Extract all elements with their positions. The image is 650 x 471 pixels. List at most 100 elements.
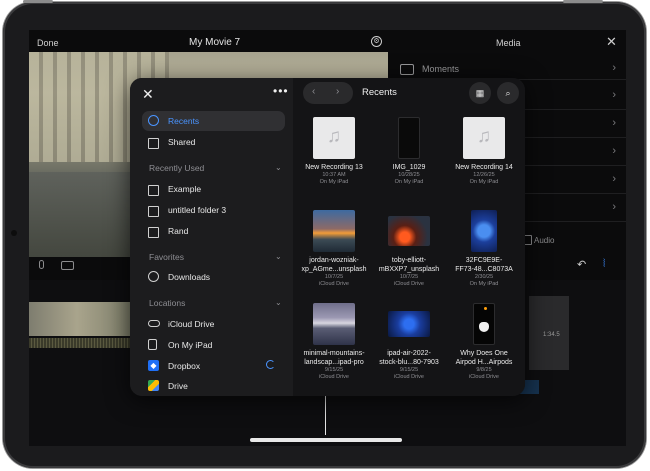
audio-waveform-icon[interactable]: ⦚: [603, 258, 605, 271]
dropbox-icon: ◆: [148, 360, 159, 371]
file-name: 32FC9E9E-: [465, 257, 503, 264]
audio-tab[interactable]: Audio: [534, 236, 554, 245]
sidebar-item-on-my-ipad[interactable]: On My iPad: [142, 335, 285, 355]
forward-chevron-icon[interactable]: ›: [336, 86, 339, 97]
file-date: 2/30/25: [474, 274, 494, 280]
folder-icon: [148, 185, 159, 196]
image-thumbnail: [313, 210, 355, 252]
file-item[interactable]: 32FC9E9E- FF73-48...C8073A 2/30/25 On My…: [447, 210, 521, 288]
sidebar-item-label: Dropbox: [168, 361, 201, 371]
back-chevron-icon[interactable]: ‹: [312, 86, 315, 97]
search-icon[interactable]: ⌕: [497, 82, 519, 104]
sidebar-item-example[interactable]: Example: [142, 179, 285, 199]
sidebar-item-untitled-folder-3[interactable]: untitled folder 3: [142, 200, 285, 220]
file-date: 10/7/25: [399, 274, 419, 280]
location-title: Recents: [362, 87, 397, 98]
file-location: iCloud Drive: [469, 374, 499, 380]
back-forward-control: ‹ ›: [303, 82, 353, 104]
sidebar-item-dropbox[interactable]: ◆ Dropbox: [142, 356, 285, 376]
file-item[interactable]: ♫ New Recording 14 12/26/25 On My iPad: [447, 117, 521, 186]
file-location: On My iPad: [394, 179, 424, 185]
file-name-line2: landscap...ipad-pro: [304, 359, 364, 366]
folder-icon: [148, 227, 159, 238]
media-row-moments[interactable]: Moments ›: [392, 52, 626, 80]
sidebar-item-label: Drive: [168, 381, 188, 391]
file-location: iCloud Drive: [394, 374, 424, 380]
chevron-right-icon: ›: [612, 173, 616, 185]
picker-sidebar: ✕ ••• Recents Shared Recently Used ⌄ Exa…: [130, 78, 293, 396]
file-name-line2: FF73-48...C8073A: [455, 266, 513, 273]
file-date: 10/7/25: [324, 274, 344, 280]
more-options-icon[interactable]: •••: [273, 84, 289, 98]
clock-icon: [148, 115, 159, 126]
file-name: New Recording 14: [455, 164, 513, 171]
file-date: 10:37 AM: [322, 172, 346, 178]
sidebar-item-label: Rand: [168, 226, 189, 236]
chevron-right-icon: ›: [612, 201, 616, 213]
file-location: On My iPad: [319, 179, 349, 185]
file-name: jordan-wozniak-: [309, 257, 359, 264]
sidebar-item-downloads[interactable]: Downloads: [142, 267, 285, 287]
file-location: iCloud Drive: [319, 374, 349, 380]
file-item[interactable]: minimal-mountains- landscap...ipad-pro 9…: [297, 303, 371, 381]
section-favorites[interactable]: Favorites ⌄: [149, 252, 282, 262]
chevron-right-icon: ›: [612, 117, 616, 129]
audio-file-thumbnail: ♫: [463, 117, 505, 159]
sidebar-item-rand[interactable]: Rand: [142, 221, 285, 241]
chevron-down-icon: ⌄: [275, 163, 282, 172]
sidebar-item-label: Recents: [168, 116, 200, 126]
sidebar-item-label: iCloud Drive: [168, 319, 215, 329]
file-item[interactable]: IMG_1029 10/28/25 On My iPad: [372, 117, 446, 186]
file-location: iCloud Drive: [319, 281, 349, 287]
project-settings-icon[interactable]: ⚙: [371, 36, 382, 47]
section-locations[interactable]: Locations ⌄: [149, 298, 282, 308]
file-item[interactable]: toby-elliott- mBXXP7_unsplash 10/7/25 iC…: [372, 210, 446, 288]
home-indicator[interactable]: [250, 438, 402, 442]
section-header: Locations: [149, 298, 186, 308]
section-recently-used[interactable]: Recently Used ⌄: [149, 163, 282, 173]
sidebar-item-label: Shared: [168, 137, 196, 147]
file-date: 10/28/25: [398, 172, 420, 178]
sync-spinner-icon: [266, 360, 275, 369]
microphone-icon[interactable]: [39, 260, 44, 269]
clip-duration: 1:34.5: [543, 332, 560, 338]
image-thumbnail: [471, 210, 497, 252]
chevron-right-icon: ›: [612, 89, 616, 101]
volume-button: [563, 0, 603, 3]
done-button[interactable]: Done: [37, 38, 59, 48]
file-name: ipad-air-2022-: [387, 350, 431, 357]
file-name-line2: xp_AGme...unsplash: [301, 266, 367, 273]
sidebar-item-drive[interactable]: Drive: [142, 376, 285, 396]
files-picker-popover: ✕ ••• Recents Shared Recently Used ⌄ Exa…: [130, 78, 525, 396]
file-name: Why Does One: [460, 350, 508, 357]
shared-folder-icon: [148, 138, 159, 149]
file-location: On My iPad: [469, 281, 499, 287]
sidebar-item-label: Example: [168, 184, 202, 194]
download-icon: [148, 271, 159, 282]
chevron-right-icon: ›: [612, 62, 616, 74]
file-location: On My iPad: [469, 179, 499, 185]
music-note-icon: ♫: [326, 126, 342, 147]
chevron-right-icon: ›: [612, 145, 616, 157]
sidebar-item-shared[interactable]: Shared: [142, 132, 285, 152]
close-media-icon[interactable]: ✕: [606, 34, 617, 50]
section-header: Favorites: [149, 252, 184, 262]
audio-file-thumbnail: ♫: [313, 117, 355, 159]
file-item[interactable]: ipad-air-2022- stock-blu...80-7903 9/15/…: [372, 303, 446, 381]
image-thumbnail: [313, 303, 355, 345]
ipad-screen: Done My Movie 7 ⚙ Media ✕ Moments › › › …: [29, 30, 626, 446]
sidebar-item-recents[interactable]: Recents: [142, 111, 285, 131]
status-dot: [484, 307, 487, 310]
file-item[interactable]: Why Does One Airpod H...Airpods 9/8/25 i…: [447, 303, 521, 381]
project-title: My Movie 7: [189, 37, 241, 48]
file-item[interactable]: ♫ New Recording 13 10:37 AM On My iPad: [297, 117, 371, 186]
camera-icon[interactable]: [61, 261, 74, 270]
close-icon[interactable]: ✕: [142, 86, 154, 103]
sidebar-item-icloud-drive[interactable]: iCloud Drive: [142, 314, 285, 334]
undo-icon[interactable]: ↶: [577, 258, 586, 271]
folder-icon: [148, 206, 159, 217]
moments-icon: [400, 64, 414, 75]
grid-view-icon[interactable]: ▦: [469, 82, 491, 104]
file-date: 9/15/25: [399, 367, 419, 373]
file-item[interactable]: jordan-wozniak- xp_AGme...unsplash 10/7/…: [297, 210, 371, 288]
